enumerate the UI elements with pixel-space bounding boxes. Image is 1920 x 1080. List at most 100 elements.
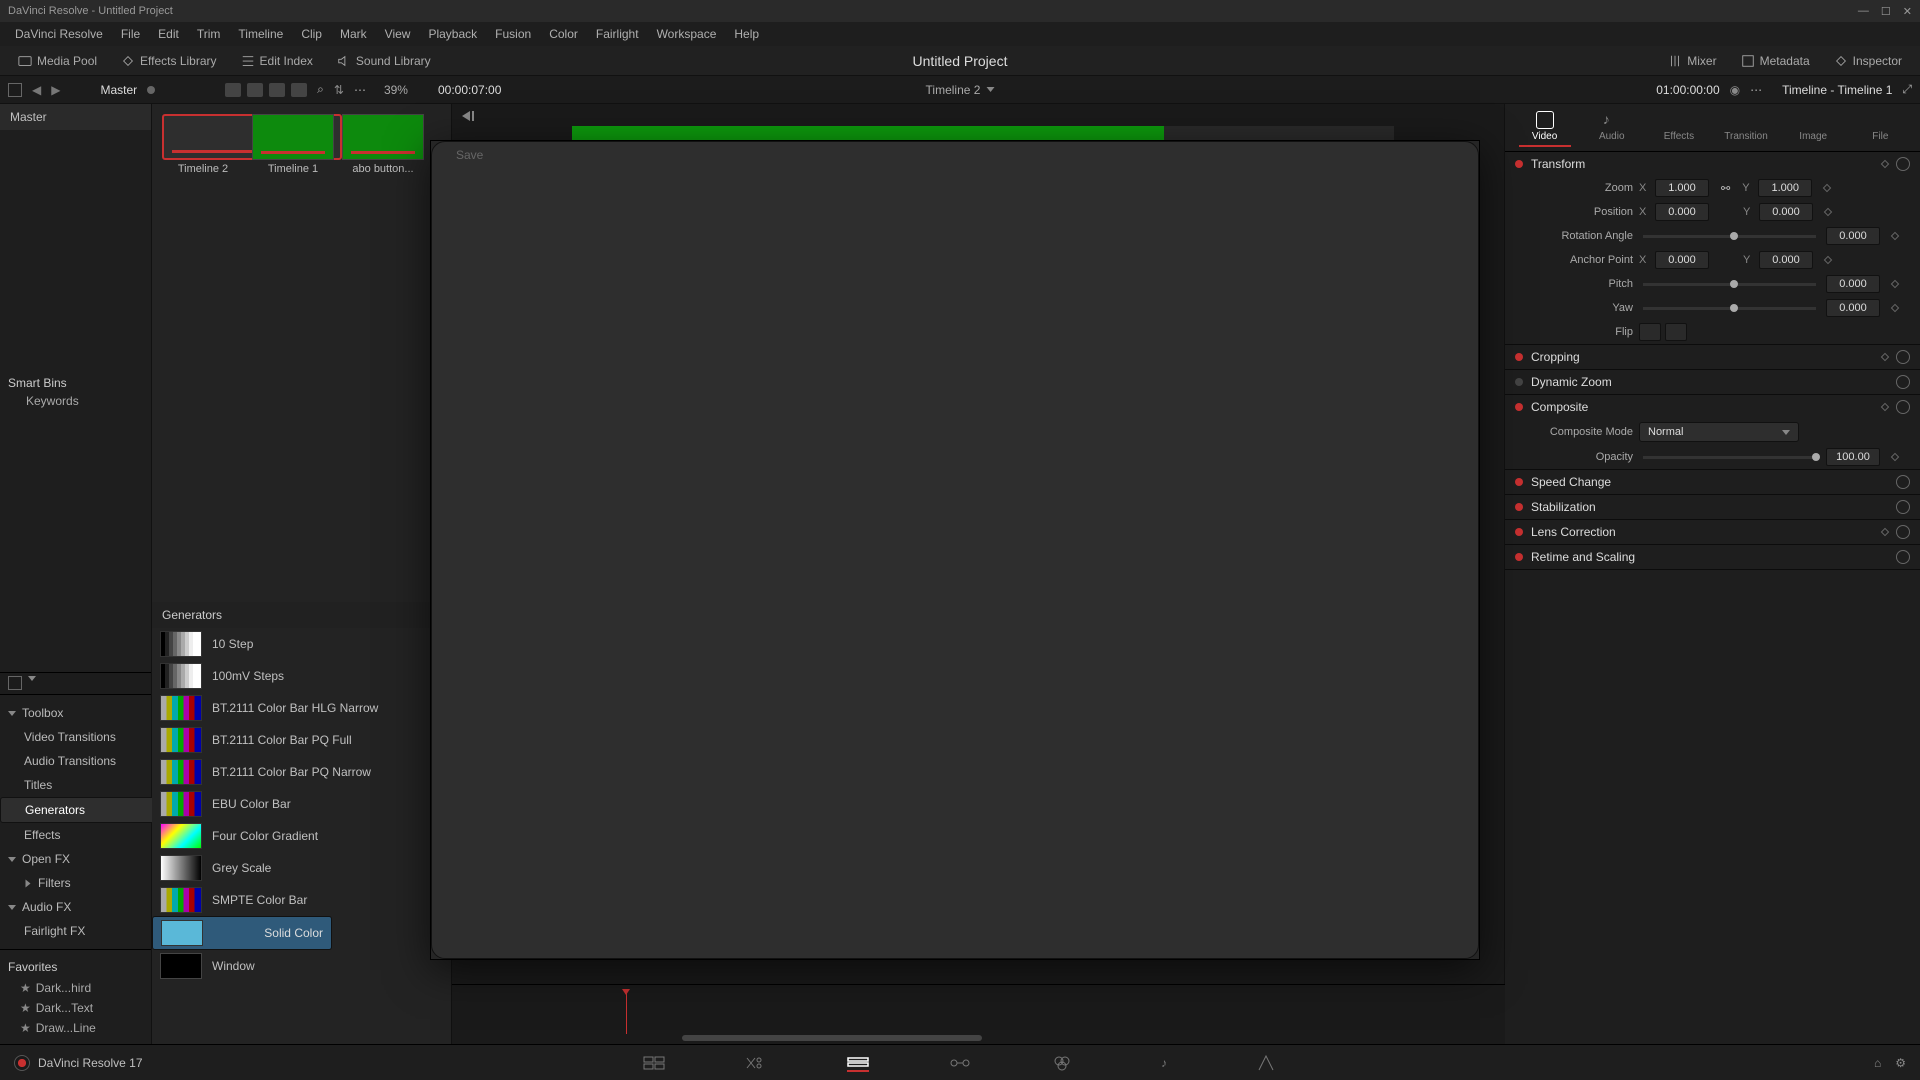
media-page-icon[interactable] [643, 1054, 665, 1072]
keyframe-icon[interactable] [1891, 304, 1899, 312]
media-pool-button[interactable]: Media Pool [10, 51, 105, 71]
yaw-slider[interactable] [1643, 307, 1816, 310]
openfx-item[interactable]: Filters [0, 871, 151, 895]
link-icon[interactable]: ⚯ [1721, 182, 1730, 195]
panel-toggle-icon[interactable] [8, 676, 22, 690]
keyframe-icon[interactable] [1881, 528, 1889, 536]
composite-mode-select[interactable]: Normal [1639, 422, 1799, 442]
flip-h-button[interactable] [1639, 323, 1661, 341]
position-x-input[interactable]: 0.000 [1655, 203, 1709, 221]
keyframe-icon[interactable] [1824, 256, 1832, 264]
smart-bin-item[interactable]: Keywords [8, 390, 143, 412]
rotation-slider[interactable] [1643, 235, 1816, 238]
generator-item[interactable]: BT.2111 Color Bar PQ Narrow [152, 756, 451, 788]
pitch-input[interactable]: 0.000 [1826, 275, 1880, 293]
menu-item[interactable]: Playback [419, 27, 486, 41]
retime-section-header[interactable]: Retime and Scaling [1505, 545, 1920, 569]
reset-icon[interactable] [1896, 550, 1910, 564]
window-maximize-icon[interactable]: ☐ [1881, 5, 1891, 18]
toolbox-item[interactable]: Effects [0, 823, 151, 847]
search-icon[interactable]: ⌕ [317, 82, 324, 97]
bin-view-icon[interactable] [8, 83, 22, 97]
zoom-x-input[interactable]: 1.000 [1655, 179, 1709, 197]
fusion-page-icon[interactable] [949, 1054, 971, 1072]
toolbox-item[interactable]: Video Transitions [0, 725, 151, 749]
cropping-section-header[interactable]: Cropping [1505, 345, 1920, 369]
edit-page-icon[interactable] [847, 1054, 869, 1072]
anchor-x-input[interactable]: 0.000 [1655, 251, 1709, 269]
home-icon[interactable]: ⌂ [1874, 1056, 1881, 1070]
effects-library-button[interactable]: Effects Library [113, 51, 224, 71]
favorite-item[interactable]: ★Dark...hird [0, 978, 151, 998]
generator-item[interactable]: 100mV Steps [152, 660, 451, 692]
stabilization-section-header[interactable]: Stabilization [1505, 495, 1920, 519]
metadata-button[interactable]: Metadata [1733, 51, 1818, 71]
yaw-input[interactable]: 0.000 [1826, 299, 1880, 317]
clip-thumbnail[interactable]: Timeline 1 [252, 114, 334, 175]
cut-page-icon[interactable] [745, 1054, 767, 1072]
sort-icon[interactable]: ⇅ [334, 83, 344, 97]
reset-icon[interactable] [1896, 157, 1910, 171]
inspector-tab[interactable]: Video [1519, 108, 1571, 147]
lens-correction-section-header[interactable]: Lens Correction [1505, 520, 1920, 544]
timeline-name[interactable]: Timeline 2 [926, 83, 981, 97]
mixer-button[interactable]: Mixer [1660, 51, 1724, 71]
inspector-tab[interactable]: Effects [1653, 108, 1705, 147]
reset-icon[interactable] [1896, 400, 1910, 414]
speed-change-section-header[interactable]: Speed Change [1505, 470, 1920, 494]
keyframe-icon[interactable] [1881, 403, 1889, 411]
timeline-scrollbar[interactable] [682, 1035, 982, 1041]
opacity-slider[interactable] [1643, 456, 1816, 459]
generator-item[interactable]: Four Color Gradient [152, 820, 451, 852]
dynamic-zoom-section-header[interactable]: Dynamic Zoom [1505, 370, 1920, 394]
generator-item[interactable]: BT.2111 Color Bar HLG Narrow [152, 692, 451, 724]
enable-dot-icon[interactable] [1515, 160, 1523, 168]
master-label[interactable]: Master [100, 83, 137, 97]
menu-item[interactable]: Edit [149, 27, 188, 41]
window-minimize-icon[interactable]: — [1858, 5, 1869, 18]
keyframe-icon[interactable] [1881, 353, 1889, 361]
keyframe-icon[interactable] [1823, 184, 1831, 192]
generator-item[interactable]: EBU Color Bar [152, 788, 451, 820]
generator-item[interactable]: 10 Step [152, 628, 451, 660]
menu-item[interactable]: View [376, 27, 420, 41]
menu-item[interactable]: Mark [331, 27, 376, 41]
expand-icon[interactable]: ⤢ [1902, 82, 1912, 97]
clip-thumbnail[interactable]: abo button... [342, 114, 424, 175]
toolbox-item[interactable]: Audio Transitions [0, 749, 151, 773]
generator-item[interactable]: Window [152, 950, 451, 982]
menu-item[interactable]: Fusion [486, 27, 540, 41]
master-bin-tab[interactable]: Master [0, 104, 151, 130]
color-page-icon[interactable] [1051, 1054, 1073, 1072]
favorite-item[interactable]: ★Dark...Text [0, 998, 151, 1018]
more-icon[interactable]: ⋯ [1750, 83, 1762, 97]
marker-icon[interactable]: ◉ [1730, 83, 1740, 97]
audiofx-item[interactable]: Fairlight FX [0, 919, 151, 943]
inspector-tab[interactable]: Image [1787, 108, 1839, 147]
favorite-item[interactable]: ★Draw...Line [0, 1018, 151, 1038]
settings-icon[interactable]: ⚙ [1895, 1056, 1906, 1070]
reset-icon[interactable] [1896, 500, 1910, 514]
save-button[interactable]: Save [431, 141, 1479, 959]
generator-item[interactable]: Grey Scale [152, 852, 451, 884]
play-prev-icon[interactable] [462, 111, 470, 121]
audiofx-header[interactable]: Audio FX [0, 895, 151, 919]
view-mode-icons[interactable] [225, 83, 307, 97]
inspector-tab[interactable]: Transition [1720, 108, 1772, 147]
keyframe-icon[interactable] [1891, 280, 1899, 288]
rotation-input[interactable]: 0.000 [1826, 227, 1880, 245]
reset-icon[interactable] [1896, 475, 1910, 489]
playhead-icon[interactable] [626, 990, 627, 1034]
deliver-page-icon[interactable] [1255, 1054, 1277, 1072]
inspector-tab[interactable]: File [1854, 108, 1906, 147]
menu-item[interactable]: Help [725, 27, 768, 41]
zoom-y-input[interactable]: 1.000 [1758, 179, 1812, 197]
inspector-button[interactable]: Inspector [1826, 51, 1910, 71]
reset-icon[interactable] [1896, 350, 1910, 364]
toolbox-item[interactable]: Titles [0, 773, 151, 797]
menu-item[interactable]: Fairlight [587, 27, 648, 41]
zoom-percentage[interactable]: 39% [384, 83, 408, 97]
generator-item[interactable]: Solid Color [152, 916, 332, 950]
anchor-y-input[interactable]: 0.000 [1759, 251, 1813, 269]
clip-thumbnail[interactable]: Timeline 2 [162, 114, 244, 175]
